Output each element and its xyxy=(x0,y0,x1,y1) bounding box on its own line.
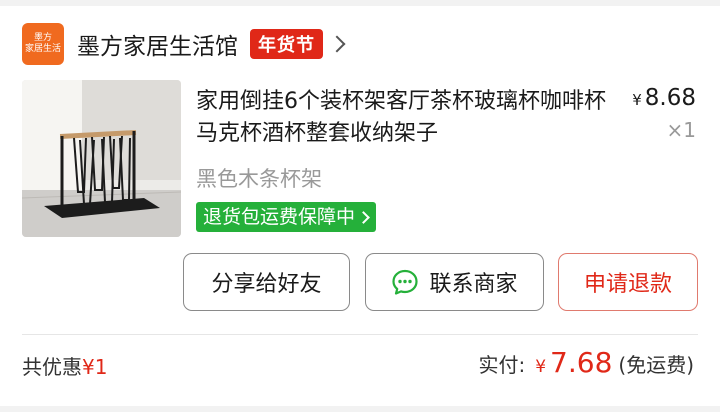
product-title[interactable]: 家用倒挂6个装杯架客厅茶杯玻璃杯咖啡杯马克杯酒杯整套收纳架子 xyxy=(196,86,616,150)
request-refund-label: 申请退款 xyxy=(583,272,672,297)
divider xyxy=(22,334,698,335)
contact-seller-button[interactable]: 联系商家 xyxy=(365,253,544,311)
paid-value: 7.68 xyxy=(550,346,613,379)
discount-amount: ¥1 xyxy=(82,355,108,379)
paid-total: 实付: ¥ 7.68 (免运费) xyxy=(478,346,694,379)
guarantee-label: 退货包运费保障中 xyxy=(203,206,356,228)
chat-bubble-icon xyxy=(391,268,419,296)
shipping-guarantee-tag[interactable]: 退货包运费保障中 xyxy=(196,202,377,232)
festival-badge: 年货节 xyxy=(250,29,323,59)
request-refund-button[interactable]: 申请退款 xyxy=(558,253,698,311)
store-logo: 墨方 家居生活 xyxy=(22,23,64,65)
product-thumbnail[interactable] xyxy=(22,80,181,237)
chevron-right-icon[interactable] xyxy=(328,35,346,53)
product-image xyxy=(22,80,181,237)
share-button-label: 分享给好友 xyxy=(211,272,322,297)
store-logo-line1: 墨方 xyxy=(33,33,52,43)
order-card: 墨方 家居生活 墨方家居生活馆 年货节 家用倒挂6个装杯架客厅茶杯玻璃杯咖啡杯马… xyxy=(0,6,720,406)
chevron-right-icon xyxy=(357,210,370,224)
discount-summary: 共优惠¥1 xyxy=(22,351,107,380)
price-currency: ¥ xyxy=(632,91,642,109)
paid-label: 实付: xyxy=(478,353,526,377)
store-name[interactable]: 墨方家居生活馆 xyxy=(77,27,238,61)
share-button[interactable]: 分享给好友 xyxy=(183,253,350,311)
store-header[interactable]: 墨方 家居生活 墨方家居生活馆 年货节 xyxy=(22,23,346,65)
shipping-note: (免运费) xyxy=(618,353,694,377)
product-spec: 黑色木条杯架 xyxy=(196,167,322,191)
quantity: ×1 xyxy=(666,118,696,142)
contact-seller-label: 联系商家 xyxy=(429,272,518,297)
paid-currency: ¥ xyxy=(535,357,547,377)
unit-price: ¥8.68 xyxy=(632,85,696,111)
discount-label: 共优惠 xyxy=(22,355,82,379)
price-value: 8.68 xyxy=(644,85,696,111)
store-logo-line2: 家居生活 xyxy=(24,44,61,54)
